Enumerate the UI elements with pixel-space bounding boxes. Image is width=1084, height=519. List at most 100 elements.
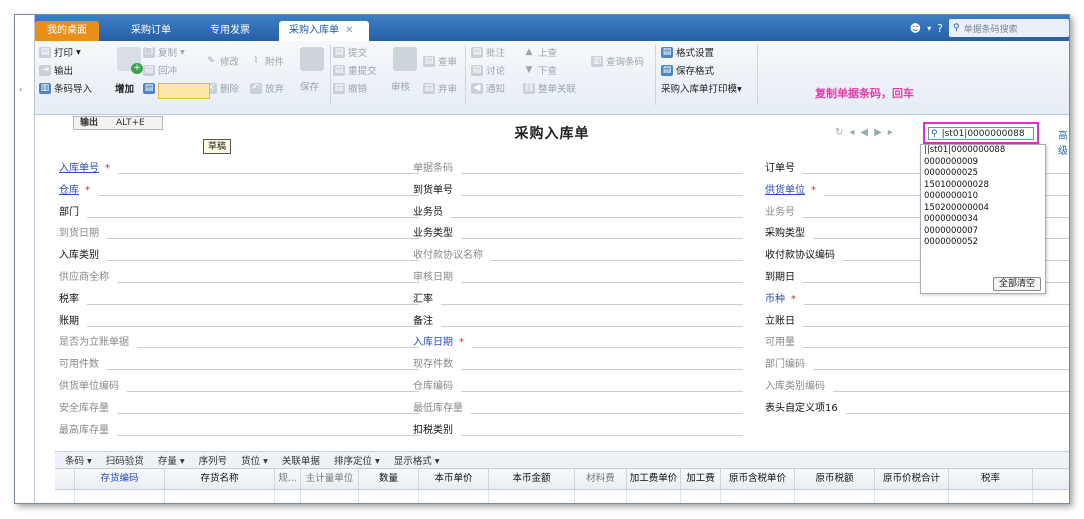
- form-field[interactable]: 最高库存量: [59, 420, 419, 436]
- left-collapse-bar[interactable]: ‹: [15, 15, 35, 503]
- table-cell[interactable]: [55, 490, 75, 503]
- form-field[interactable]: 入库日期 *: [413, 332, 743, 349]
- form-field[interactable]: 仓库编码: [413, 376, 743, 392]
- column-header[interactable]: 加工费单价: [627, 469, 681, 489]
- print-button[interactable]: ▤ 打印 ▾: [39, 45, 81, 59]
- field-input[interactable]: [87, 206, 419, 218]
- field-input[interactable]: [491, 249, 743, 262]
- column-header[interactable]: 加工费: [681, 469, 721, 489]
- copy-button[interactable]: ❐ 复制 ▾: [143, 45, 185, 59]
- tab-home[interactable]: 我的桌面: [35, 21, 99, 41]
- table-cell[interactable]: [419, 490, 489, 503]
- field-input[interactable]: [107, 358, 419, 371]
- form-field[interactable]: 供货单位编码: [59, 376, 419, 392]
- column-header[interactable]: 规...: [275, 469, 301, 489]
- dropdown-item[interactable]: 0000000009: [921, 157, 1045, 169]
- column-header[interactable]: 主计量单位: [301, 469, 359, 489]
- field-input[interactable]: [137, 336, 419, 349]
- field-input[interactable]: [472, 336, 743, 349]
- form-field[interactable]: 立账日: [765, 311, 1069, 327]
- grid-toolbar-item[interactable]: 显示格式 ▾: [394, 453, 440, 467]
- table-cell[interactable]: [575, 490, 627, 503]
- grid-toolbar-item[interactable]: 条码 ▾: [65, 453, 92, 467]
- form-field[interactable]: 单据条码: [413, 158, 743, 174]
- column-header[interactable]: 原币含税单价: [721, 469, 795, 489]
- attach-button[interactable]: ⌇ 附件: [250, 54, 284, 69]
- prev-query-button[interactable]: ▲ 上查: [523, 45, 557, 60]
- form-field[interactable]: 到货单号: [413, 180, 743, 196]
- order-link-button[interactable]: ⛓ 整单关联: [523, 81, 576, 95]
- form-field[interactable]: 部门: [59, 202, 419, 218]
- field-input[interactable]: [461, 380, 743, 392]
- field-input[interactable]: [117, 402, 419, 414]
- form-field[interactable]: 安全库存量: [59, 398, 419, 414]
- table-cell[interactable]: [275, 490, 301, 503]
- form-field[interactable]: 扣税类别: [413, 420, 743, 436]
- field-input[interactable]: [813, 358, 1069, 371]
- add-button[interactable]: 增加: [115, 81, 134, 95]
- dropdown-item[interactable]: ||st01|0000000088: [921, 145, 1045, 157]
- column-header[interactable]: 税率: [949, 469, 1033, 489]
- column-header[interactable]: 存货名称: [165, 469, 275, 489]
- tab-special-invoice[interactable]: 专用发票: [200, 21, 260, 41]
- table-cell[interactable]: [795, 490, 875, 503]
- form-field[interactable]: 税率: [59, 289, 419, 305]
- field-input[interactable]: [107, 249, 419, 262]
- record-nav[interactable]: ↻◂◀▶▸: [835, 127, 899, 138]
- abandon-audit-button[interactable]: ▤ 弃审: [423, 81, 457, 95]
- form-field[interactable]: 表头自定义项16: [765, 398, 1069, 414]
- field-input[interactable]: [107, 227, 419, 240]
- field-input[interactable]: [804, 293, 1069, 305]
- field-input[interactable]: [471, 402, 743, 414]
- dropdown-item[interactable]: 0000000052: [921, 237, 1045, 249]
- barcode-search-box[interactable]: ⚲ |st01|0000000088: [923, 122, 1039, 144]
- column-header[interactable]: 本币金额: [489, 469, 575, 489]
- form-field[interactable]: 入库单号 *: [59, 158, 419, 174]
- notify-button[interactable]: ◀ 通知: [471, 81, 505, 95]
- annotate-button[interactable]: ▤ 批注: [471, 45, 505, 59]
- table-cell[interactable]: [681, 490, 721, 503]
- form-field[interactable]: 备注: [413, 311, 743, 327]
- field-input[interactable]: [845, 402, 1069, 414]
- delete-button[interactable]: ✕ 删除: [205, 81, 239, 95]
- dropdown-item[interactable]: 0000000034: [921, 214, 1045, 226]
- submit-button[interactable]: ▤ 提交: [333, 45, 367, 59]
- form-field[interactable]: 业务类型: [413, 223, 743, 240]
- table-cell[interactable]: [489, 490, 575, 503]
- field-input[interactable]: [87, 315, 419, 327]
- grid-toolbar-item[interactable]: 存量 ▾: [158, 453, 185, 467]
- table-cell[interactable]: [359, 490, 419, 503]
- form-field[interactable]: 可用量: [765, 332, 1069, 349]
- table-cell[interactable]: [75, 490, 165, 503]
- column-header[interactable]: 存货编码: [75, 469, 165, 489]
- field-input[interactable]: [461, 424, 743, 436]
- tab-purchase-receipt[interactable]: 采购入库单 ✕: [279, 21, 369, 41]
- chevron-down-icon[interactable]: ▾: [927, 24, 931, 33]
- field-input[interactable]: [441, 293, 743, 305]
- barcode-input[interactable]: ⚲ |st01|0000000088: [928, 127, 1034, 140]
- column-header[interactable]: 数量: [359, 469, 419, 489]
- export-button[interactable]: ⇥ 输出: [39, 63, 73, 77]
- form-field[interactable]: 部门编码: [765, 354, 1069, 371]
- field-input[interactable]: [441, 315, 743, 327]
- audit-button[interactable]: 审核: [391, 79, 410, 93]
- smiley-icon[interactable]: ☻: [910, 22, 921, 35]
- revoke-button[interactable]: ▤ 撤销: [333, 81, 367, 95]
- field-input[interactable]: [833, 380, 1069, 392]
- field-input[interactable]: [461, 227, 743, 240]
- dropdown-item[interactable]: 0000000025: [921, 168, 1045, 180]
- field-input[interactable]: [803, 315, 1069, 327]
- dropdown-item[interactable]: 0000000010: [921, 191, 1045, 203]
- form-field[interactable]: 是否为立账单据: [59, 332, 419, 349]
- next-query-button[interactable]: ▼ 下查: [523, 63, 557, 78]
- form-field[interactable]: 供应商全称: [59, 267, 419, 283]
- form-field[interactable]: 入库类别: [59, 245, 419, 262]
- barcode-import-button[interactable]: ▥ 条码导入: [39, 81, 92, 95]
- print-template-select[interactable]: 采购入库单打印模▾: [661, 81, 742, 95]
- grid-toolbar-item[interactable]: 货位 ▾: [241, 453, 268, 467]
- table-cell[interactable]: [949, 490, 1033, 503]
- save-button[interactable]: 保存: [300, 79, 319, 93]
- clear-all-button[interactable]: 全部清空: [993, 277, 1041, 291]
- form-field[interactable]: 业务员: [413, 202, 743, 218]
- barcode-search-top[interactable]: ⚲ 单据条码搜索: [949, 19, 1069, 37]
